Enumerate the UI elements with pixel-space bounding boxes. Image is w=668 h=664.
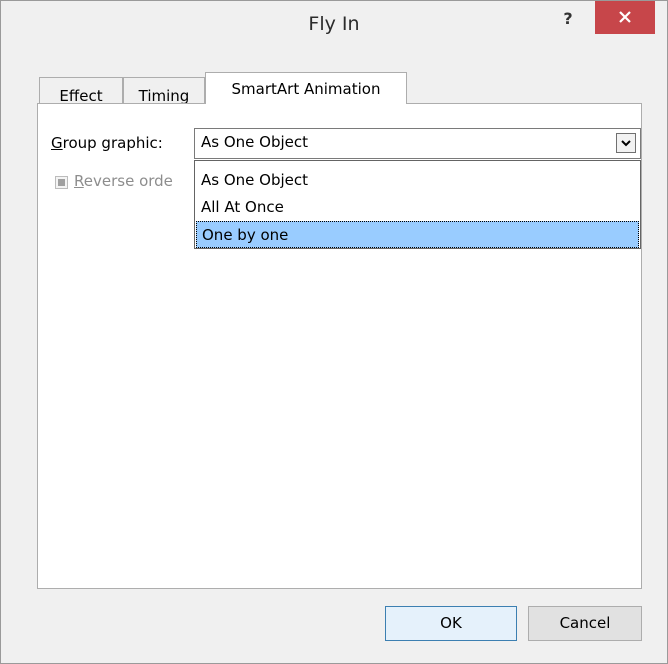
group-graphic-select[interactable]: As One Object [194, 128, 641, 159]
group-graphic-select-value: As One Object [201, 133, 309, 151]
group-graphic-label-text: roup graphic: [62, 134, 163, 152]
tab-effect[interactable]: Effect [39, 77, 123, 105]
ok-button[interactable]: OK [385, 606, 517, 641]
reverse-order-label-text: everse orde [83, 172, 173, 190]
title-bar: Fly In ? [1, 1, 667, 49]
option-one-by-one[interactable]: One by one [196, 221, 639, 248]
help-button[interactable]: ? [556, 7, 580, 31]
option-as-one-object[interactable]: As One Object [196, 167, 639, 194]
group-graphic-label-accesskey: G [51, 134, 63, 152]
tab-timing[interactable]: Timing [123, 77, 205, 105]
chevron-down-icon [621, 140, 631, 147]
group-graphic-dropdown-list: As One Object All At Once One by one [194, 160, 641, 249]
group-graphic-label: Group graphic: [51, 134, 163, 152]
fly-in-dialog: Fly In ? Effect Timing SmartArt Animatio… [0, 0, 668, 664]
reverse-order-checkbox[interactable] [55, 176, 68, 189]
close-button[interactable] [595, 1, 655, 34]
reverse-order-label: Reverse orde [74, 172, 173, 190]
option-all-at-once[interactable]: All At Once [196, 194, 639, 221]
tab-smartart-animation[interactable]: SmartArt Animation [205, 72, 407, 104]
dropdown-arrow-button[interactable] [616, 133, 636, 153]
cancel-button[interactable]: Cancel [528, 606, 642, 641]
reverse-order-label-accesskey: R [74, 172, 84, 190]
close-icon [619, 11, 631, 23]
